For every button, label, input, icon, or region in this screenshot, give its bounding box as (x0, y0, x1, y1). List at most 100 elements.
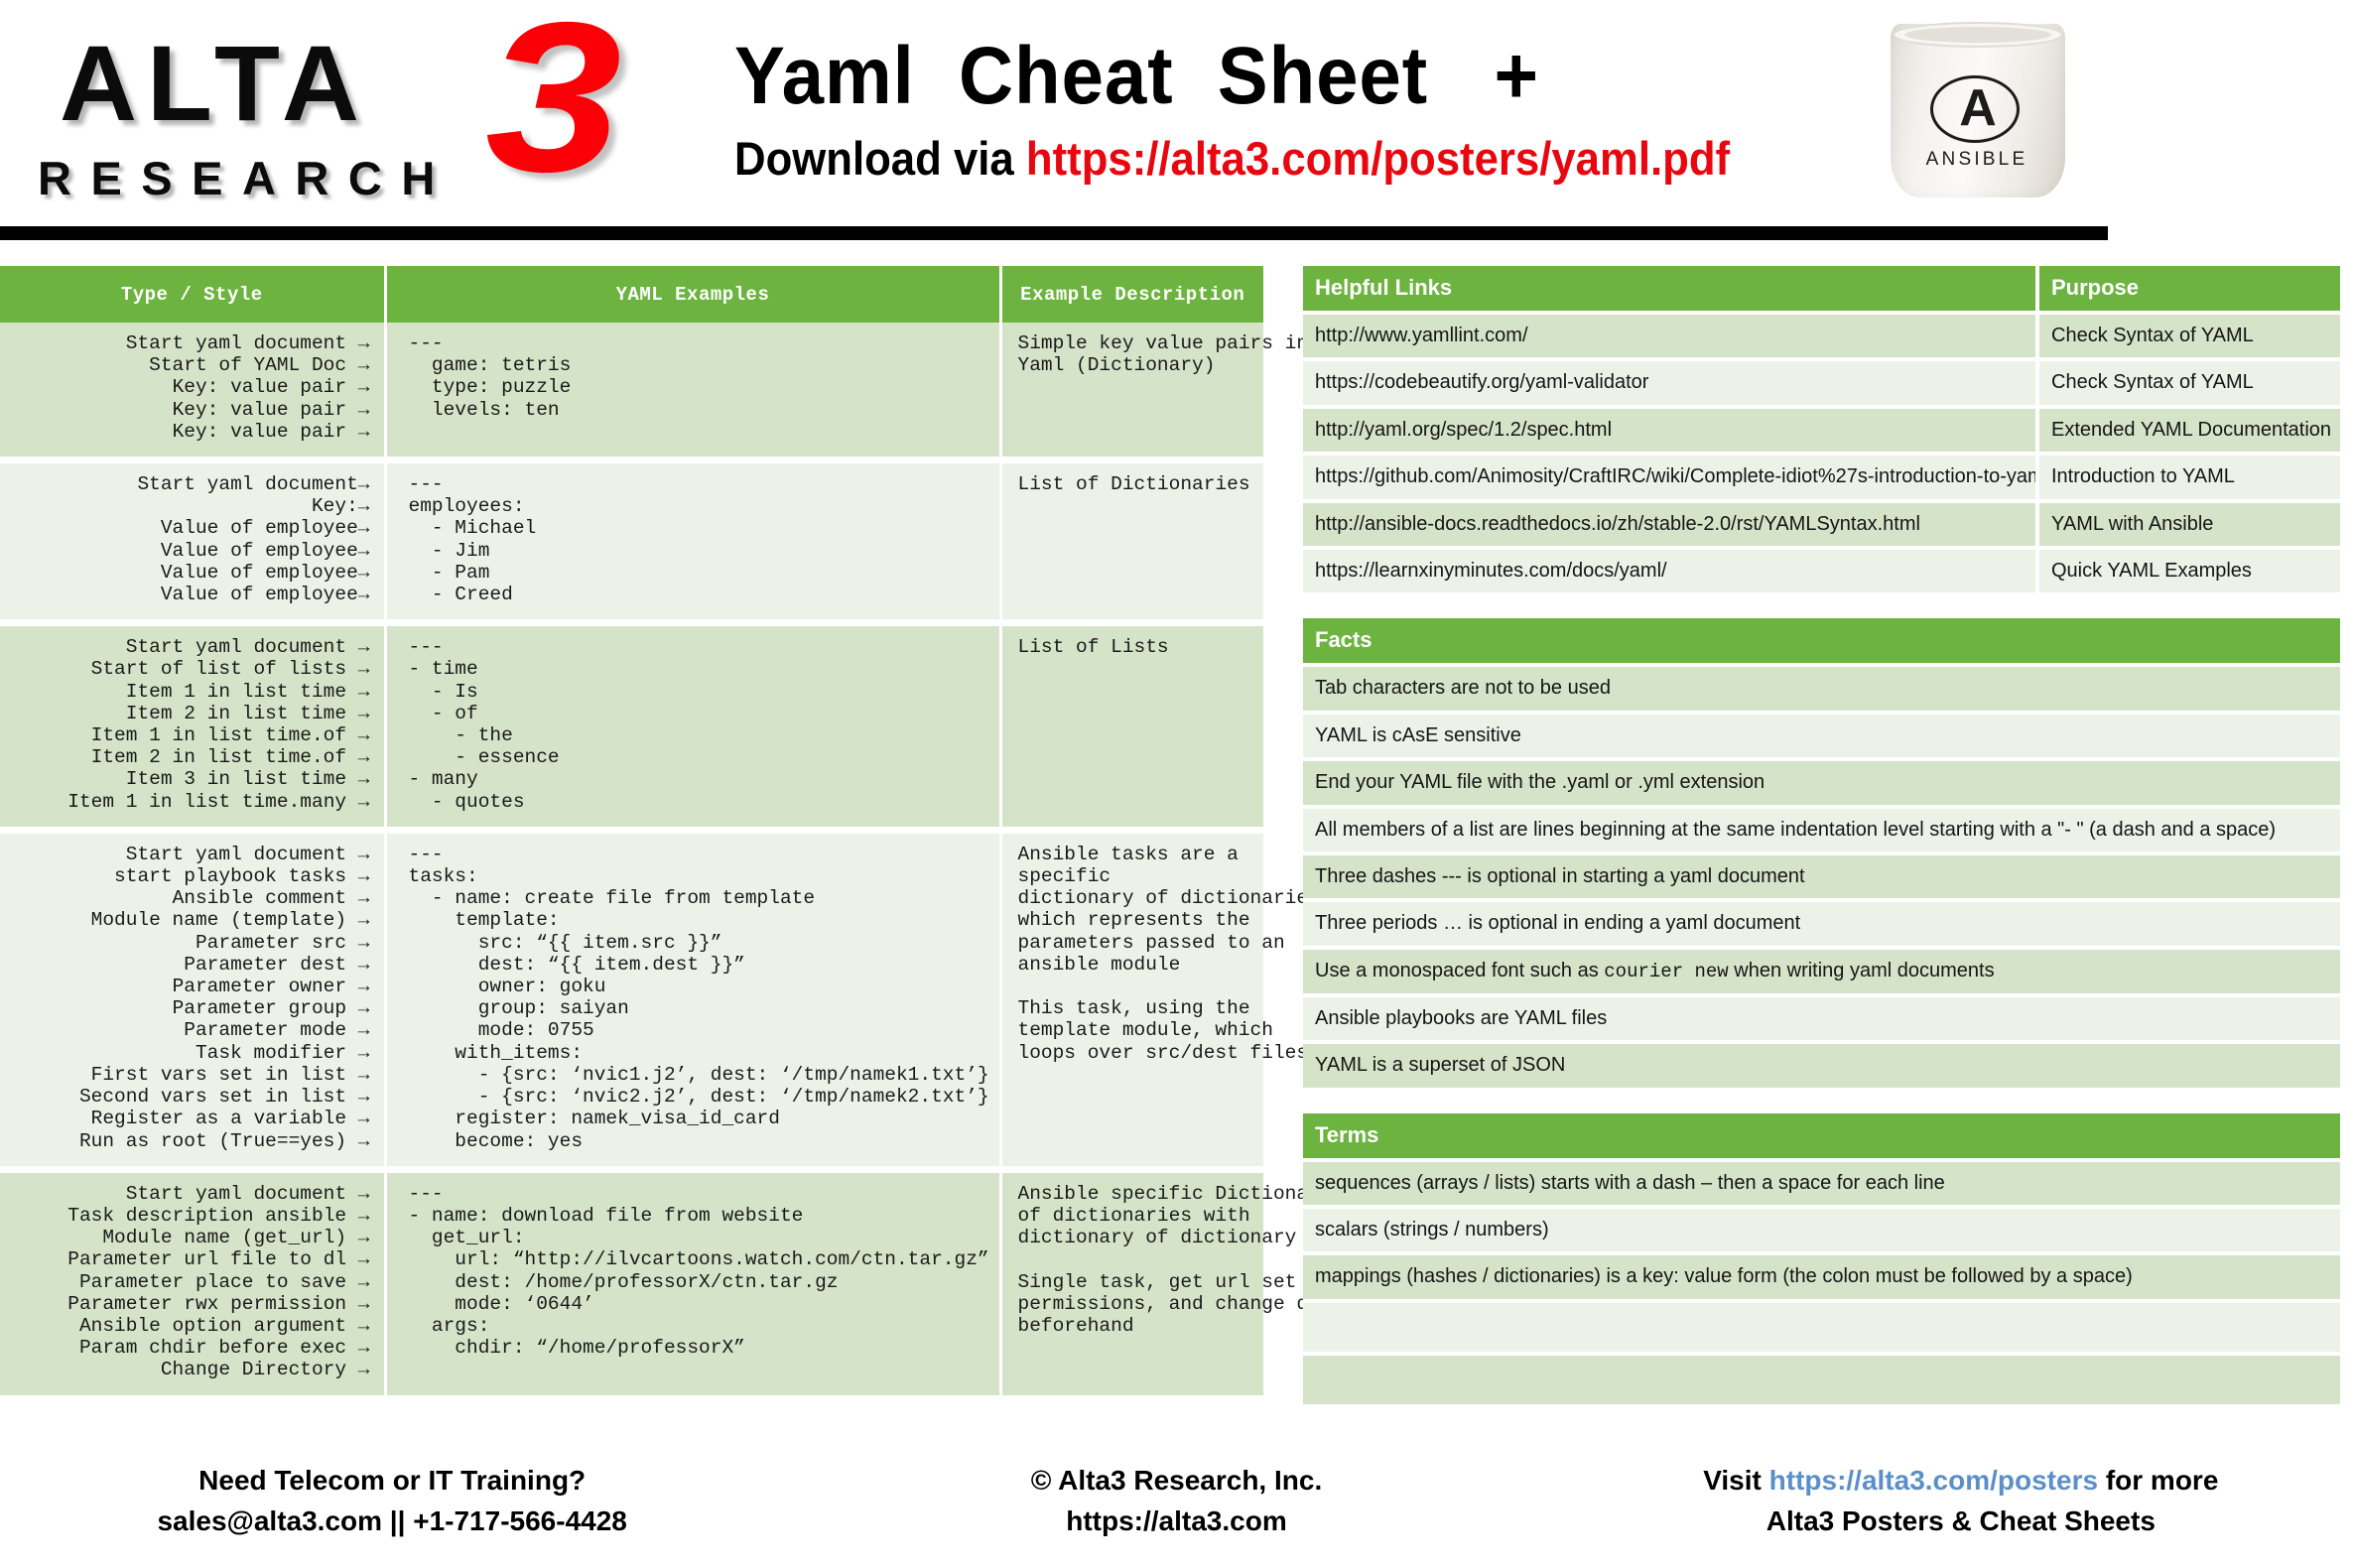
fact-text-mono-mix: Use a monospaced font such as courier ne… (1303, 945, 2340, 995)
footer-copyright: © Alta3 Research, Inc. https://alta3.com (784, 1437, 1568, 1566)
page-title: Yaml Cheat Sheet + (734, 31, 1539, 121)
list-item: YAML is cAsE sensitive (1303, 710, 2340, 760)
list-item: All members of a list are lines beginnin… (1303, 804, 2340, 853)
cheat-table-panel: Type / Style YAML Examples Example Descr… (0, 266, 1331, 1395)
terms-table: Terms sequences (arrays / lists) starts … (1303, 1112, 2340, 1404)
link-url[interactable]: https://learnxinyminutes.com/docs/yaml/ (1303, 545, 2039, 593)
row-spacer (0, 826, 1263, 834)
download-url-link[interactable]: https://alta3.com/posters/yaml.pdf (1026, 132, 1730, 185)
ansible-a-mark: A (1959, 79, 1997, 137)
footer-posters: Visit https://alta3.com/posters for more… (1569, 1437, 2353, 1566)
row-spacer (0, 457, 1263, 464)
link-url[interactable]: https://codebeautify.org/yaml-validator (1303, 357, 2039, 407)
side-panels: Helpful Links Purpose http://www.yamllin… (1303, 266, 2340, 1430)
table-row: Start yaml document → Start of list of l… (0, 626, 1263, 827)
table-row: http://ansible-docs.readthedocs.io/zh/st… (1303, 498, 2340, 548)
term-text (1303, 1298, 2340, 1354)
fact-text: End your YAML file with the .yaml or .ym… (1303, 757, 2340, 807)
download-prefix: Download via (734, 132, 1026, 186)
fact-text: YAML is a superset of JSON (1303, 1040, 2340, 1088)
ansible-wordmark: ANSIBLE (1925, 149, 2028, 170)
footer-copyright-line1: © Alta3 Research, Inc. (1030, 1465, 1323, 1496)
footer-contact-line2: sales@alta3.com || +1-717-566-4428 (157, 1504, 627, 1536)
fact-text: Ansible playbooks are YAML files (1303, 992, 2340, 1043)
row-yaml-example: --- employees: - Michael - Jim - Pam - C… (385, 463, 1002, 620)
row-yaml-example: --- - name: download file from website g… (385, 1172, 1002, 1395)
col-header-type: Type / Style (0, 266, 387, 323)
download-line: Download via https://alta3.com/posters/y… (734, 131, 1777, 186)
link-purpose: Check Syntax of YAML (2037, 357, 2340, 407)
link-url[interactable]: https://github.com/Animosity/CraftIRC/wi… (1303, 452, 2039, 501)
table-row: Start yaml document → Task description a… (0, 1172, 1331, 1395)
footer-visit-suffix: for more (2098, 1465, 2219, 1496)
row-description: List of Lists (1000, 626, 1263, 827)
title-block: Yaml Cheat Sheet + Download via https://… (734, 31, 1856, 186)
section-title-terms: Terms (1303, 1112, 2340, 1160)
term-text: scalars (strings / numbers) (1303, 1205, 2340, 1254)
row-type-style: Start yaml document → Start of YAML Doc … (0, 323, 387, 457)
footer-visit-prefix: Visit (1703, 1465, 1769, 1496)
col-header-helpful-links: Helpful Links (1303, 266, 2039, 313)
row-description: Simple key value pairs in Yaml (Dictiona… (1000, 323, 1308, 457)
term-text: sequences (arrays / lists) starts with a… (1303, 1157, 2340, 1208)
section-title-facts: Facts (1303, 618, 2340, 666)
row-yaml-example: --- game: tetris type: puzzle levels: te… (385, 323, 1002, 457)
list-item: scalars (strings / numbers) (1303, 1205, 2340, 1254)
facts-table: Facts Tab characters are not to be used … (1303, 618, 2340, 1088)
list-item: Ansible playbooks are YAML files (1303, 992, 2340, 1043)
link-purpose: Extended YAML Documentation (2037, 404, 2340, 455)
link-purpose: Check Syntax of YAML (2037, 310, 2340, 360)
main-content: Type / Style YAML Examples Example Descr… (0, 266, 2353, 1407)
logo-three-numeral: 3 (485, 0, 622, 216)
header-divider (0, 226, 2108, 240)
fact-text-pre: Use a monospaced font such as (1315, 959, 1605, 981)
fact-text: YAML is cAsE sensitive (1303, 710, 2340, 760)
list-item: YAML is a superset of JSON (1303, 1040, 2340, 1088)
table-row: http://yaml.org/spec/1.2/spec.html Exten… (1303, 404, 2340, 455)
link-url[interactable]: http://www.yamllint.com/ (1303, 310, 2039, 360)
yaml-cheat-table: Type / Style YAML Examples Example Descr… (0, 266, 1331, 1395)
row-spacer (0, 619, 1263, 627)
helpful-links-header-row: Helpful Links Purpose (1303, 266, 2340, 313)
row-description: Ansible tasks are a specific dictionary … (1000, 833, 1320, 1166)
poster-header: ALTA RESEARCH 3 Yaml Cheat Sheet + Downl… (0, 0, 2353, 246)
row-type-style: Start yaml document → start playbook tas… (0, 833, 387, 1166)
list-item: End your YAML file with the .yaml or .ym… (1303, 757, 2340, 807)
logo-alta-text: ALTA (60, 23, 369, 143)
table-row: https://codebeautify.org/yaml-validator … (1303, 357, 2340, 407)
table-row: https://learnxinyminutes.com/docs/yaml/ … (1303, 545, 2340, 593)
row-spacer (0, 1165, 1263, 1173)
link-url[interactable]: http://ansible-docs.readthedocs.io/zh/st… (1303, 498, 2039, 548)
fact-text: All members of a list are lines beginnin… (1303, 804, 2340, 853)
fact-text: Three dashes --- is optional in starting… (1303, 850, 2340, 901)
list-item: sequences (arrays / lists) starts with a… (1303, 1157, 2340, 1208)
row-type-style: Start yaml document→ Key:→ Value of empl… (0, 463, 387, 620)
helpful-links-table: Helpful Links Purpose http://www.yamllin… (1303, 266, 2340, 593)
list-item (1303, 1351, 2340, 1404)
fact-text-post: when writing yaml documents (1728, 959, 1995, 981)
fact-mono-sample: courier new (1604, 960, 1729, 982)
footer-posters-link[interactable]: https://alta3.com/posters (1769, 1465, 2098, 1496)
ansible-logo-icon: A (1930, 75, 2020, 143)
footer-contact: Need Telecom or IT Training? sales@alta3… (0, 1437, 784, 1566)
row-yaml-example: --- - time - Is - of - the - essence - m… (385, 626, 1002, 827)
link-purpose: Quick YAML Examples (2037, 545, 2340, 593)
table-row: https://github.com/Animosity/CraftIRC/wi… (1303, 452, 2340, 501)
facts-section: Facts Tab characters are not to be used … (1303, 618, 2340, 1088)
link-url[interactable]: http://yaml.org/spec/1.2/spec.html (1303, 404, 2039, 455)
footer-website-link[interactable]: https://alta3.com (784, 1502, 1568, 1542)
row-type-style: Start yaml document → Task description a… (0, 1172, 387, 1395)
link-purpose: YAML with Ansible (2037, 498, 2340, 548)
mug-rim-inner (1904, 27, 2051, 43)
footer-contact-line1: Need Telecom or IT Training? (198, 1465, 587, 1496)
col-header-purpose: Purpose (2037, 266, 2340, 313)
list-item: Three dashes --- is optional in starting… (1303, 850, 2340, 901)
list-item: Three periods … is optional in ending a … (1303, 898, 2340, 948)
row-description: Ansible specific Dictionary of dictionar… (1000, 1172, 1331, 1395)
row-type-style: Start yaml document → Start of list of l… (0, 626, 387, 827)
list-item: mappings (hashes / dictionaries) is a ke… (1303, 1251, 2340, 1301)
col-header-desc: Example Description (1000, 266, 1263, 323)
helpful-links-section: Helpful Links Purpose http://www.yamllin… (1303, 266, 2340, 593)
fact-text: Tab characters are not to be used (1303, 663, 2340, 713)
term-text (1303, 1351, 2340, 1404)
